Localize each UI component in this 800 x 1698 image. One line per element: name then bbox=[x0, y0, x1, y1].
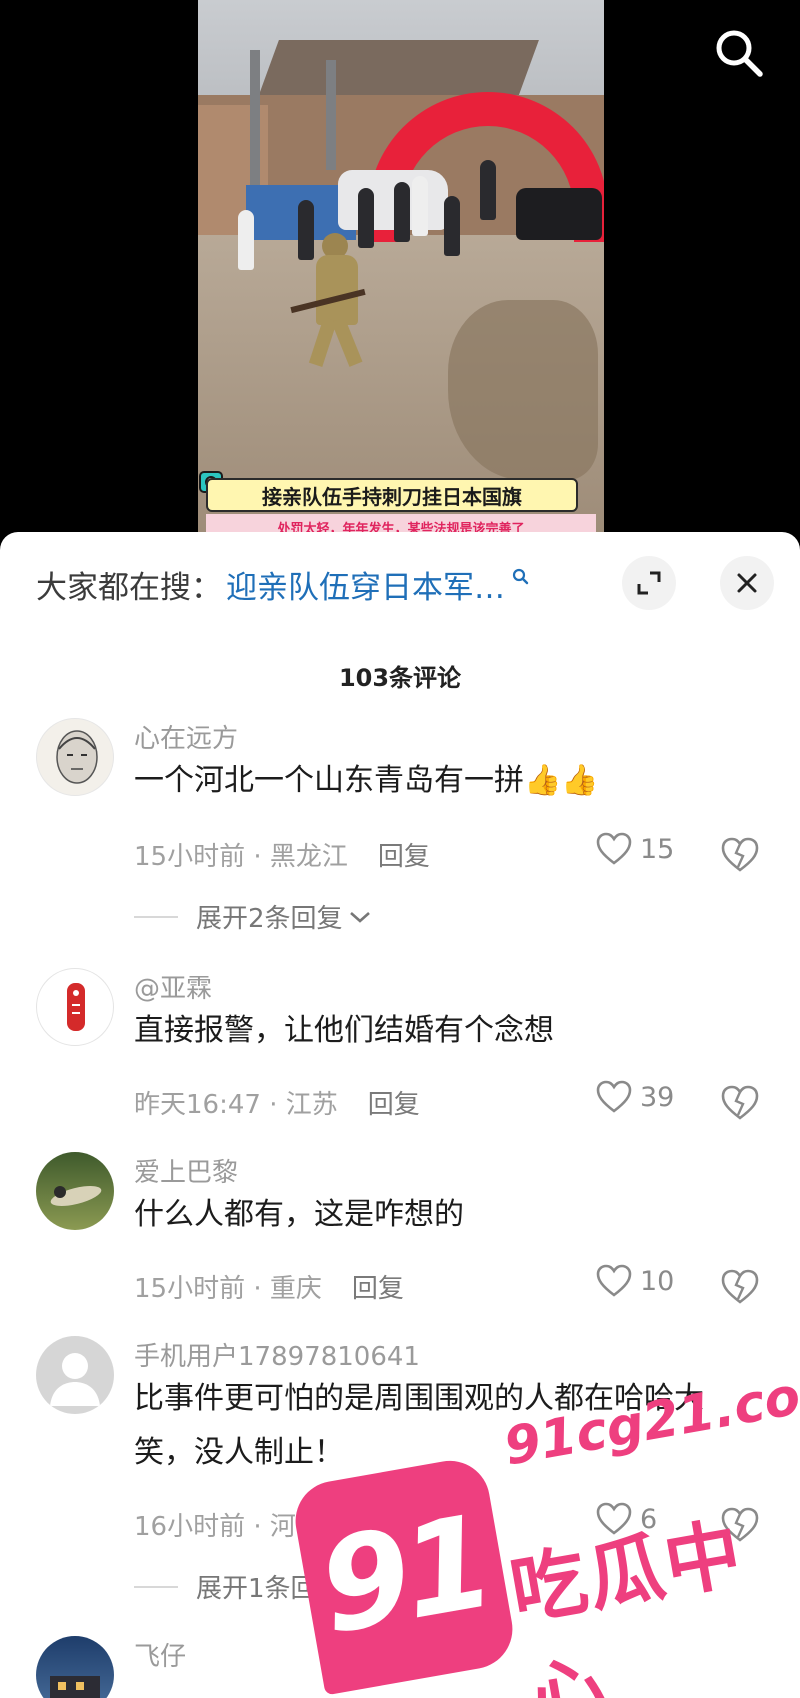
avatar[interactable] bbox=[36, 1152, 114, 1230]
expand-replies-label: 展开2条回复 bbox=[196, 904, 343, 934]
divider-line bbox=[134, 1585, 178, 1588]
video-scene-pipe bbox=[326, 60, 336, 170]
like-button[interactable]: 10 bbox=[596, 1264, 674, 1298]
video-scene-person bbox=[480, 160, 496, 220]
like-button[interactable]: 15 bbox=[596, 832, 674, 866]
search-icon[interactable] bbox=[712, 26, 766, 80]
reply-button[interactable]: 回复 bbox=[352, 1274, 404, 1304]
close-icon bbox=[737, 573, 757, 593]
video-scene-person bbox=[238, 210, 254, 270]
comment-username[interactable]: @亚霖 bbox=[134, 968, 212, 1005]
close-button[interactable] bbox=[720, 556, 774, 610]
comment-meta: 15小时前 · 黑龙江 回复 bbox=[134, 836, 430, 873]
video-scene-person bbox=[394, 182, 410, 242]
video-player[interactable]: 接亲队伍手持刺刀挂日本国旗 处罚太轻，年年发生，某些法规是该完善了 bbox=[0, 0, 800, 560]
broken-heart-icon[interactable] bbox=[720, 834, 760, 874]
video-scene-person bbox=[412, 176, 428, 236]
like-count: 15 bbox=[640, 833, 675, 865]
video-scene-white-car bbox=[338, 170, 448, 230]
video-scene-roof bbox=[257, 40, 539, 100]
divider-line bbox=[134, 915, 178, 918]
broken-heart-icon[interactable] bbox=[720, 1266, 760, 1306]
broken-heart-icon[interactable] bbox=[720, 1082, 760, 1122]
avatar[interactable] bbox=[36, 1636, 114, 1698]
search-icon bbox=[512, 568, 529, 585]
video-scene-black-car bbox=[516, 188, 602, 240]
comment-username[interactable]: 爱上巴黎 bbox=[134, 1152, 238, 1189]
hot-search-prefix: 大家都在搜： bbox=[36, 569, 222, 606]
heart-icon bbox=[596, 1264, 632, 1297]
avatar-photo bbox=[50, 1186, 102, 1206]
comment-meta: 15小时前 · 重庆 回复 bbox=[134, 1268, 404, 1305]
comment-time-location: 16小时前 · 河南 bbox=[134, 1512, 322, 1542]
comment-text: 直接报警，让他们结婚有个念想 bbox=[134, 1013, 554, 1048]
expand-icon bbox=[637, 571, 661, 595]
default-user-icon bbox=[50, 1353, 100, 1406]
hot-search-bar[interactable]: 大家都在搜： 迎亲队伍穿日本军… bbox=[36, 562, 529, 606]
comment-username[interactable]: 心在远方 bbox=[134, 718, 238, 755]
hot-search-link[interactable]: 迎亲队伍穿日本军… bbox=[226, 562, 505, 607]
video-frame[interactable]: 接亲队伍手持刺刀挂日本国旗 处罚太轻，年年发生，某些法规是该完善了 bbox=[198, 0, 604, 540]
comment-time-location: 15小时前 · 重庆 bbox=[134, 1274, 322, 1304]
video-scene-mud bbox=[448, 300, 598, 480]
comment-time-location: 15小时前 · 黑龙江 bbox=[134, 842, 348, 872]
comment-time-location: 昨天16:47 · 江苏 bbox=[134, 1090, 338, 1120]
video-scene-person bbox=[298, 200, 314, 260]
video-scene-person bbox=[358, 188, 374, 248]
heart-icon bbox=[596, 832, 632, 865]
comment-meta: 昨天16:47 · 江苏 回复 bbox=[134, 1084, 420, 1121]
expand-button[interactable] bbox=[622, 556, 676, 610]
comment-text: 一个河北一个山东青岛有一拼👍👍 bbox=[134, 763, 599, 798]
avatar-sketch-face bbox=[56, 730, 98, 784]
chevron-down-icon bbox=[349, 911, 370, 923]
avatar[interactable] bbox=[36, 968, 114, 1046]
reply-button[interactable]: 回复 bbox=[378, 842, 430, 872]
heart-icon bbox=[596, 1080, 632, 1113]
comment-count: 103条评论 bbox=[338, 664, 462, 692]
comment-text: 什么人都有，这是咋想的 bbox=[134, 1197, 464, 1232]
watermark-badge-text: 91 bbox=[309, 1487, 499, 1663]
like-count: 39 bbox=[640, 1081, 675, 1113]
like-count: 10 bbox=[640, 1265, 675, 1297]
expand-replies-button[interactable]: 展开2条回复 bbox=[134, 898, 373, 935]
video-scene-soldier bbox=[316, 255, 358, 325]
reply-button[interactable]: 回复 bbox=[368, 1090, 420, 1120]
comment-username[interactable]: 手机用户17897810641 bbox=[134, 1336, 420, 1373]
avatar-seal-logo bbox=[67, 983, 85, 1031]
watermark-badge: 91 bbox=[289, 1454, 519, 1696]
comment-username[interactable]: 飞仔 bbox=[134, 1636, 186, 1673]
avatar-photo bbox=[50, 1676, 100, 1698]
avatar[interactable] bbox=[36, 1336, 114, 1414]
video-caption: 接亲队伍手持刺刀挂日本国旗 bbox=[206, 478, 578, 512]
avatar[interactable] bbox=[36, 718, 114, 796]
video-scene-person bbox=[444, 196, 460, 256]
like-button[interactable]: 39 bbox=[596, 1080, 674, 1114]
